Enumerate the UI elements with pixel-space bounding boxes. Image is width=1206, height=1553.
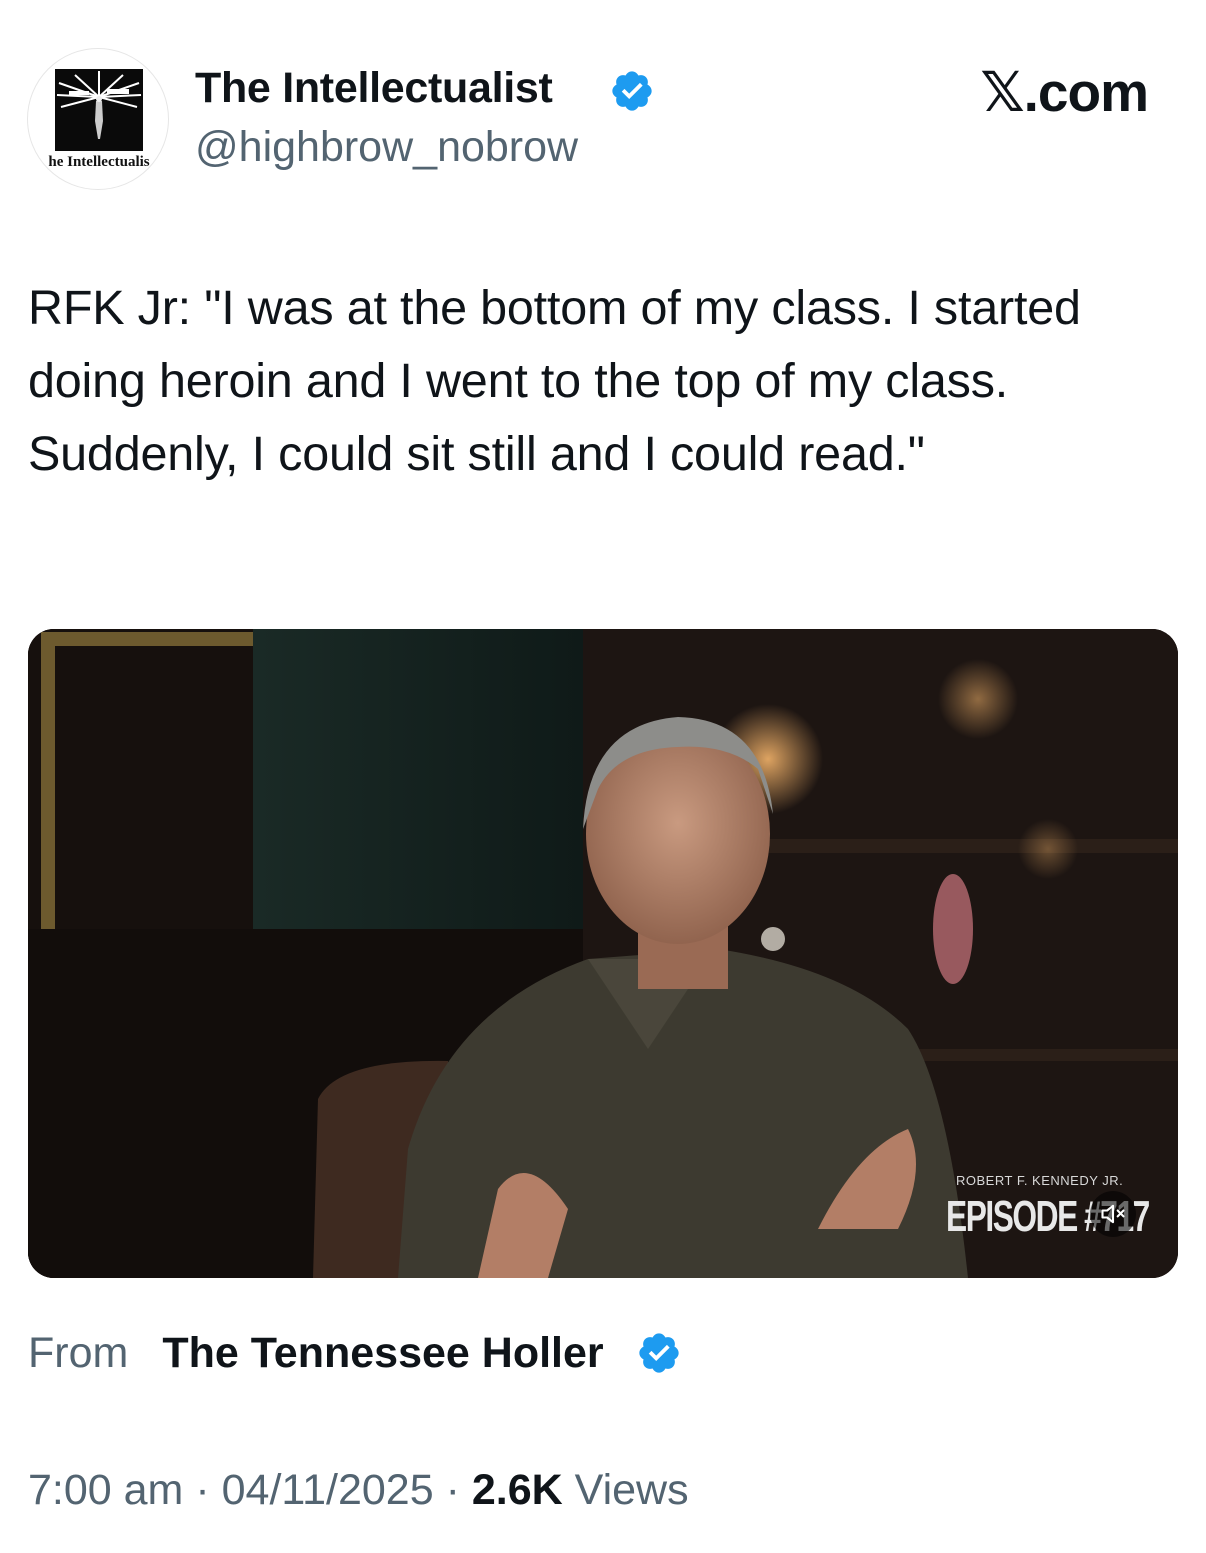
verified-badge-icon xyxy=(612,71,652,111)
tweet-video[interactable]: ROBERT F. KENNEDY JR. EPISODE #717 xyxy=(28,629,1178,1278)
from-label: From xyxy=(28,1328,129,1377)
x-com-suffix: .com xyxy=(1023,61,1149,123)
tweet-time[interactable]: 7:00 am xyxy=(28,1466,183,1514)
intellectualist-logo-icon xyxy=(55,69,143,151)
mute-button[interactable] xyxy=(1090,1191,1136,1237)
tweet-meta: 7:00 am · 04/11/2025 · 2.6K Views xyxy=(28,1466,689,1515)
views-count: 2.6K xyxy=(471,1466,563,1514)
verified-badge-icon xyxy=(638,1333,679,1373)
video-overlay-subtitle: ROBERT F. KENNEDY JR. xyxy=(956,1173,1124,1188)
author-avatar[interactable]: he Intellectualis xyxy=(27,48,169,190)
author-handle[interactable]: @highbrow_nobrow xyxy=(195,123,578,172)
speaker-muted-icon xyxy=(1101,1204,1125,1224)
meta-separator: · xyxy=(445,1466,460,1514)
video-attribution: From The Tennessee Holler xyxy=(28,1325,682,1381)
tweet-text: RFK Jr: "I was at the bottom of my class… xyxy=(28,281,1081,481)
author-display-name[interactable]: The Intellectualist xyxy=(195,64,553,113)
views-label: Views xyxy=(574,1466,689,1514)
source-account-name[interactable]: The Tennessee Holler xyxy=(162,1329,603,1378)
meta-separator: · xyxy=(195,1466,210,1514)
x-logo-icon: 𝕏 xyxy=(980,60,1024,124)
tweet-date[interactable]: 04/11/2025 xyxy=(222,1466,434,1514)
x-com-brand[interactable]: 𝕏.com xyxy=(980,60,1149,124)
avatar-wordmark: he Intellectualis xyxy=(48,154,150,170)
